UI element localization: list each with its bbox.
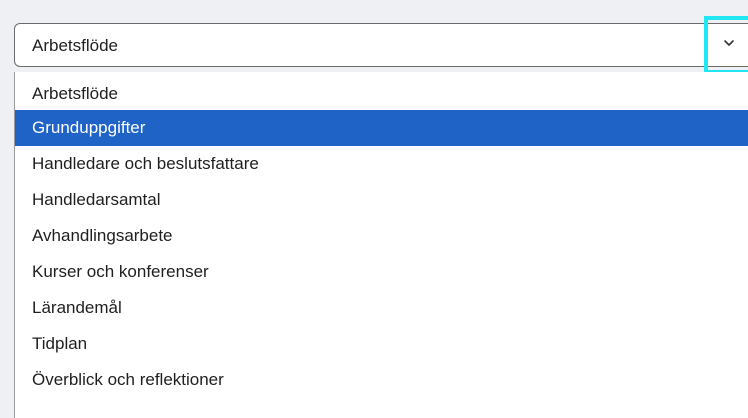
- dropdown-option[interactable]: Kurser och konferenser: [15, 254, 748, 290]
- page: Arbetsflöde Arbetsflöde Grunduppgifter H…: [0, 0, 748, 418]
- dropdown-option-selected[interactable]: Grunduppgifter: [15, 110, 748, 146]
- dropdown-option[interactable]: Handledare och beslutsfattare: [15, 146, 748, 182]
- dropdown-option[interactable]: Avhandlingsarbete: [15, 218, 748, 254]
- dropdown-list: Arbetsflöde Grunduppgifter Handledare oc…: [14, 72, 748, 418]
- select-value: Arbetsflöde: [32, 36, 118, 55]
- dropdown-option[interactable]: Överblick och reflektioner: [15, 362, 748, 398]
- dropdown-toggle-button[interactable]: [704, 16, 748, 74]
- chevron-down-icon: [724, 40, 734, 46]
- dropdown-option[interactable]: Arbetsflöde: [15, 72, 748, 110]
- section-select[interactable]: Arbetsflöde: [14, 23, 748, 67]
- dropdown-option[interactable]: Handledarsamtal: [15, 182, 748, 218]
- dropdown-option[interactable]: Lärandemål: [15, 290, 748, 326]
- dropdown-option[interactable]: Tidplan: [15, 326, 748, 362]
